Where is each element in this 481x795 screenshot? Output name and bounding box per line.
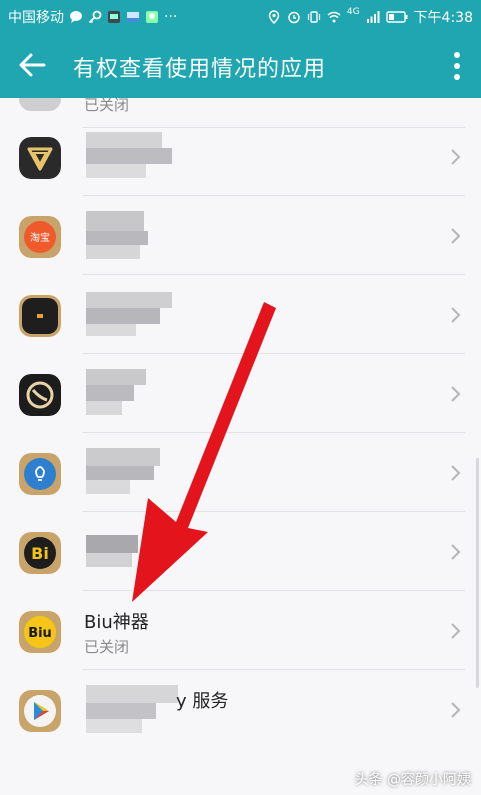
more-options-icon[interactable] bbox=[445, 49, 469, 83]
list-item[interactable] bbox=[0, 276, 481, 354]
vibrate-icon bbox=[307, 11, 320, 23]
list-item[interactable] bbox=[0, 355, 481, 433]
circle-app-icon bbox=[19, 374, 61, 416]
chevron-right-icon bbox=[451, 149, 461, 165]
row-title: y 服务 bbox=[176, 691, 229, 712]
key-icon bbox=[88, 10, 102, 24]
chevron-right-icon bbox=[451, 386, 461, 402]
row-subtitle: 已关闭 bbox=[84, 98, 130, 114]
chevron-right-icon bbox=[451, 544, 461, 560]
more-notifications-dots: ··· bbox=[164, 9, 178, 25]
carrier-label: 中国移动 bbox=[8, 10, 64, 26]
app-list: 已关闭 淘宝 Bi Biu Biu神器 已关闭 y 服务 bbox=[0, 98, 481, 795]
chevron-right-icon bbox=[451, 623, 461, 639]
chevron-right-icon bbox=[451, 465, 461, 481]
dark-app-icon bbox=[19, 295, 61, 337]
network-type-label: 4G bbox=[346, 7, 360, 17]
list-item[interactable]: 淘宝 bbox=[0, 197, 481, 275]
signal-icon bbox=[366, 11, 380, 23]
list-item-biu[interactable]: Biu Biu神器 已关闭 bbox=[0, 592, 481, 670]
message-icon bbox=[70, 11, 82, 23]
back-arrow-icon[interactable] bbox=[14, 47, 50, 83]
app-bar: 有权查看使用情况的应用 bbox=[0, 33, 481, 98]
row-subtitle: 已关闭 bbox=[84, 638, 130, 656]
location-icon bbox=[268, 10, 280, 24]
scrollbar[interactable] bbox=[476, 458, 479, 688]
shield-app-icon bbox=[19, 137, 61, 179]
row-title: Biu神器 bbox=[84, 612, 149, 633]
bi-app-icon-text: Bi bbox=[31, 544, 49, 563]
list-item[interactable]: y 服务 bbox=[0, 671, 481, 749]
bulb-app-icon bbox=[19, 453, 61, 495]
play-app-icon bbox=[19, 690, 61, 732]
image-notification-icon bbox=[127, 12, 139, 22]
list-item[interactable] bbox=[0, 434, 481, 512]
list-item[interactable] bbox=[0, 118, 481, 196]
status-bar: 中国移动 ··· 4G 下午4:38 bbox=[0, 0, 481, 33]
chevron-right-icon bbox=[451, 702, 461, 718]
biu-app-icon-text: Biu bbox=[28, 626, 52, 641]
clock-label: 下午4:38 bbox=[413, 10, 473, 26]
watermark: 头条 @容颜小阿姨 bbox=[354, 772, 471, 788]
alarm-icon bbox=[288, 11, 300, 24]
wifi-icon bbox=[327, 11, 341, 23]
app-icon bbox=[19, 98, 61, 111]
bi-app-icon: Bi bbox=[19, 532, 61, 574]
avatar-notification-icon bbox=[146, 11, 158, 23]
app-notification-icon bbox=[108, 11, 120, 23]
orange-app-icon-text: 淘宝 bbox=[30, 231, 50, 244]
page-title: 有权查看使用情况的应用 bbox=[73, 57, 327, 82]
biu-app-icon: Biu bbox=[19, 611, 61, 653]
chevron-right-icon bbox=[451, 228, 461, 244]
chevron-right-icon bbox=[451, 307, 461, 323]
battery-icon bbox=[385, 11, 408, 23]
list-item[interactable]: Bi bbox=[0, 513, 481, 591]
orange-app-icon: 淘宝 bbox=[19, 216, 61, 258]
